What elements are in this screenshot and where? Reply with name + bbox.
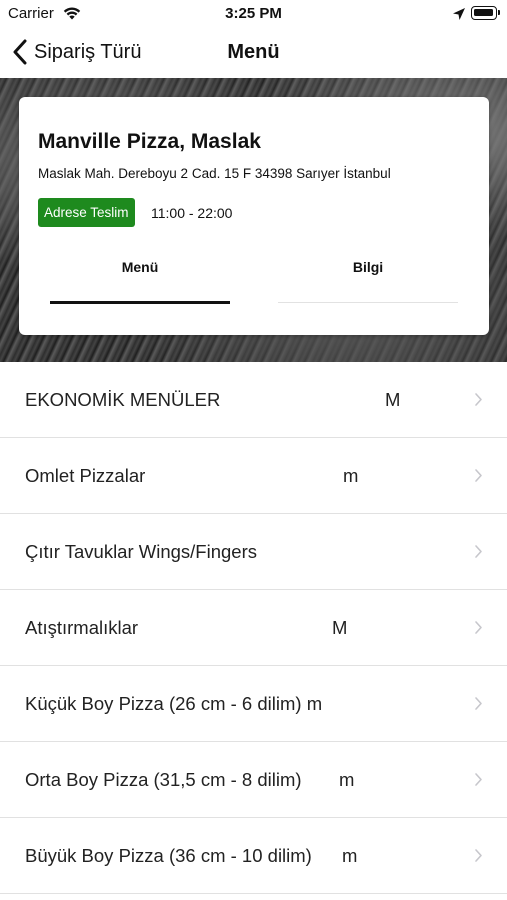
menu-category-row[interactable]: Orta Boy Pizza (31,5 cm - 8 dilim) m [0,742,507,818]
menu-category-row[interactable]: Atıştırmalıklar M [0,590,507,666]
restaurant-card: Manville Pizza, Maslak Maslak Mah. Dereb… [19,97,489,335]
page-title: Menü [227,41,280,63]
menu-category-label: Orta Boy Pizza (31,5 cm - 8 dilim) [25,769,302,790]
battery-icon [471,6,500,20]
restaurant-name: Manville Pizza, Maslak [38,130,261,153]
opening-hours: 11:00 - 22:00 [151,205,233,221]
menu-category-mark: M [385,389,401,410]
chevron-right-icon [475,469,482,482]
menu-category-row[interactable]: EKONOMİK MENÜLER M [0,362,507,438]
menu-category-mark: m [343,465,359,486]
restaurant-address: Maslak Mah. Dereboyu 2 Cad. 15 F 34398 S… [38,166,391,181]
menu-category-row[interactable]: Omlet Pizzalar m [0,438,507,514]
tab-info[interactable]: Bilgi [278,259,458,275]
menu-category-label: Küçük Boy Pizza (26 cm - 6 dilim) m [25,693,323,714]
chevron-right-icon [475,545,482,558]
menu-category-row[interactable]: Büyük Boy Pizza (36 cm - 10 dilim) m [0,818,507,894]
menu-category-mark: m [342,845,358,866]
menu-category-mark: M [332,617,348,638]
menu-category-list: EKONOMİK MENÜLER M Omlet Pizzalar m Çıtı… [0,362,507,894]
menu-category-row[interactable]: Küçük Boy Pizza (26 cm - 6 dilim) m [0,666,507,742]
menu-category-row[interactable]: Çıtır Tavuklar Wings/Fingers [0,514,507,590]
clock: 3:25 PM [225,5,282,22]
chevron-right-icon [475,621,482,634]
menu-category-label: EKONOMİK MENÜLER [25,389,221,410]
menu-category-label: Atıştırmalıklar [25,617,139,638]
chevron-right-icon [475,773,482,786]
menu-category-label: Büyük Boy Pizza (36 cm - 10 dilim) [25,845,312,866]
chevron-right-icon [475,849,482,862]
status-bar: Carrier 3:25 PM [0,0,507,28]
chevron-right-icon [475,393,482,406]
inactive-tab-indicator [278,302,458,303]
menu-category-label: Omlet Pizzalar [25,465,146,486]
menu-category-label: Çıtır Tavuklar Wings/Fingers [25,541,257,562]
delivery-badge: Adrese Teslim [38,198,135,227]
chevron-right-icon [475,697,482,710]
location-arrow-icon [453,8,465,20]
navigation-bar: Sipariş Türü Menü [0,28,507,78]
tab-menu[interactable]: Menü [50,259,230,275]
active-tab-indicator [50,301,230,304]
menu-category-mark: m [339,769,355,790]
